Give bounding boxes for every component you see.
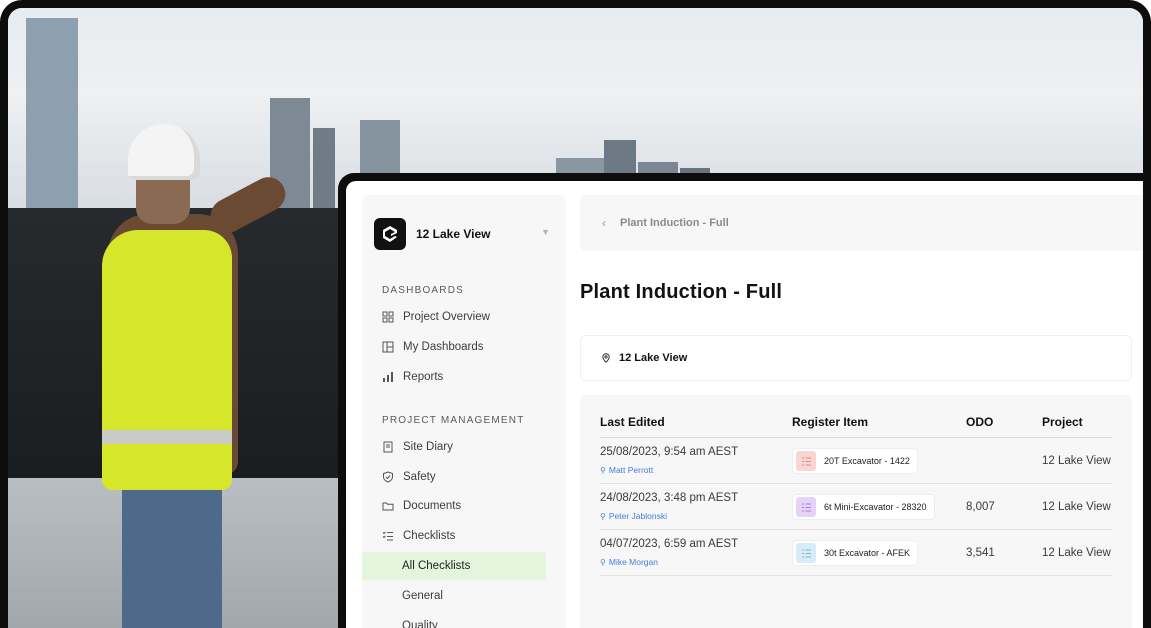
breadcrumb-item[interactable]: Plant Induction - Full bbox=[620, 217, 729, 229]
dashboards-section-label: DASHBOARDS bbox=[382, 285, 465, 296]
register-item-chip[interactable]: 20T Excavator - 1422 bbox=[792, 448, 918, 474]
hard-hat bbox=[128, 124, 200, 180]
table-row[interactable]: 25/08/2023, 9:54 am AEST ⚲ Matt Perrott 2… bbox=[600, 438, 1112, 484]
project-name: 12 Lake View bbox=[416, 227, 491, 241]
device-frame: 12 Lake View ▼ DASHBOARDS Project Overvi… bbox=[0, 0, 1151, 628]
register-item-name: 20T Excavator - 1422 bbox=[824, 456, 910, 466]
vest-stripe bbox=[102, 430, 232, 444]
table-row[interactable]: 24/08/2023, 3:48 pm AEST ⚲ Peter Jablonsk… bbox=[600, 484, 1112, 530]
column-header-last-edited[interactable]: Last Edited bbox=[600, 415, 665, 429]
user-icon: ⚲ bbox=[600, 466, 606, 475]
sidebar-item-project-overview[interactable]: Project Overview bbox=[382, 304, 554, 330]
app-content: 12 Lake View ▼ DASHBOARDS Project Overvi… bbox=[346, 181, 1143, 628]
folder-icon bbox=[382, 500, 394, 512]
last-edited-date: 25/08/2023, 9:54 am AEST bbox=[600, 446, 739, 458]
odo-value: 8,007 bbox=[966, 501, 995, 513]
sidebar-item-reports[interactable]: Reports bbox=[382, 364, 554, 390]
worker-jeans bbox=[122, 478, 222, 628]
location-card: 12 Lake View bbox=[580, 335, 1132, 381]
book-icon bbox=[382, 441, 394, 453]
construction-worker bbox=[98, 118, 292, 628]
editor-name: Peter Jablonski bbox=[608, 511, 667, 521]
project-switcher[interactable]: 12 Lake View ▼ bbox=[374, 217, 554, 251]
app-logo-icon bbox=[374, 218, 406, 250]
location-name: 12 Lake View bbox=[619, 352, 688, 364]
sidebar-item-checklists[interactable]: Checklists bbox=[382, 523, 554, 549]
odo-value: 3,541 bbox=[966, 547, 995, 559]
sidebar-item-label: Checklists bbox=[403, 530, 456, 542]
project-value: 12 Lake View bbox=[1042, 501, 1111, 513]
user-icon: ⚲ bbox=[600, 558, 606, 567]
checklist-icon bbox=[382, 530, 394, 542]
sidebar-item-label: Site Diary bbox=[403, 441, 453, 453]
page-title: Plant Induction - Full bbox=[580, 281, 783, 303]
sidebar-item-label: Safety bbox=[403, 471, 436, 483]
project-management-section-label: PROJECT MANAGEMENT bbox=[382, 415, 525, 426]
sidebar-item-label: Documents bbox=[403, 500, 462, 512]
editor-name: Mike Morgan bbox=[608, 557, 658, 567]
building bbox=[313, 128, 335, 208]
register-item-chip[interactable]: 6t Mini-Excavator - 28320 bbox=[792, 494, 935, 520]
shield-icon bbox=[382, 471, 394, 483]
project-value: 12 Lake View bbox=[1042, 547, 1111, 559]
column-header-odo[interactable]: ODO bbox=[966, 415, 993, 429]
sidebar-subitem-general[interactable]: General bbox=[362, 582, 546, 610]
column-header-register-item[interactable]: Register Item bbox=[792, 415, 868, 429]
breadcrumb: ‹ Plant Induction - Full bbox=[580, 195, 1143, 251]
logo-mark-icon bbox=[383, 226, 397, 242]
user-icon: ⚲ bbox=[600, 512, 606, 521]
register-item-chip[interactable]: 30t Excavator - AFEK bbox=[792, 540, 919, 566]
layout-icon bbox=[382, 341, 394, 353]
chart-icon bbox=[382, 371, 394, 383]
skyscraper bbox=[26, 18, 78, 208]
sidebar-subitem-all-checklists[interactable]: All Checklists bbox=[362, 552, 546, 580]
editor-user-link[interactable]: ⚲ Peter Jablonski bbox=[600, 511, 667, 521]
grid-icon bbox=[382, 311, 394, 323]
editor-user-link[interactable]: ⚲ Matt Perrott bbox=[600, 465, 653, 475]
sidebar-item-my-dashboards[interactable]: My Dashboards bbox=[382, 334, 554, 360]
editor-name: Matt Perrott bbox=[608, 465, 654, 475]
editor-user-link[interactable]: ⚲ Mike Morgan bbox=[600, 557, 658, 567]
chevron-left-icon[interactable]: ‹ bbox=[602, 216, 606, 230]
last-edited-date: 04/07/2023, 6:59 am AEST bbox=[600, 538, 739, 550]
location-pin-icon bbox=[602, 353, 610, 363]
sidebar-item-label: Project Overview bbox=[403, 311, 490, 323]
chevron-down-icon[interactable]: ▼ bbox=[541, 227, 550, 237]
project-value: 12 Lake View bbox=[1042, 455, 1111, 467]
sidebar: 12 Lake View ▼ DASHBOARDS Project Overvi… bbox=[362, 195, 566, 628]
column-header-project[interactable]: Project bbox=[1042, 415, 1083, 429]
sidebar-item-label: Reports bbox=[403, 371, 444, 383]
last-edited-date: 24/08/2023, 3:48 pm AEST bbox=[600, 492, 739, 504]
table-row[interactable]: 04/07/2023, 6:59 am AEST ⚲ Mike Morgan 30… bbox=[600, 530, 1112, 576]
checklist-icon bbox=[796, 543, 816, 563]
register-item-name: 6t Mini-Excavator - 28320 bbox=[824, 502, 927, 512]
app-window: 12 Lake View ▼ DASHBOARDS Project Overvi… bbox=[338, 173, 1143, 628]
sidebar-subitem-quality[interactable]: Quality bbox=[362, 612, 546, 628]
sidebar-item-site-diary[interactable]: Site Diary bbox=[382, 434, 554, 460]
sidebar-item-safety[interactable]: Safety bbox=[382, 464, 554, 490]
register-item-name: 30t Excavator - AFEK bbox=[824, 548, 911, 558]
checklist-icon bbox=[796, 451, 816, 471]
sidebar-item-documents[interactable]: Documents bbox=[382, 493, 554, 519]
sidebar-item-label: My Dashboards bbox=[403, 341, 484, 353]
checklist-icon bbox=[796, 497, 816, 517]
register-table: Last Edited Register Item ODO Project 25… bbox=[580, 395, 1132, 628]
hi-vis-vest bbox=[102, 230, 232, 490]
